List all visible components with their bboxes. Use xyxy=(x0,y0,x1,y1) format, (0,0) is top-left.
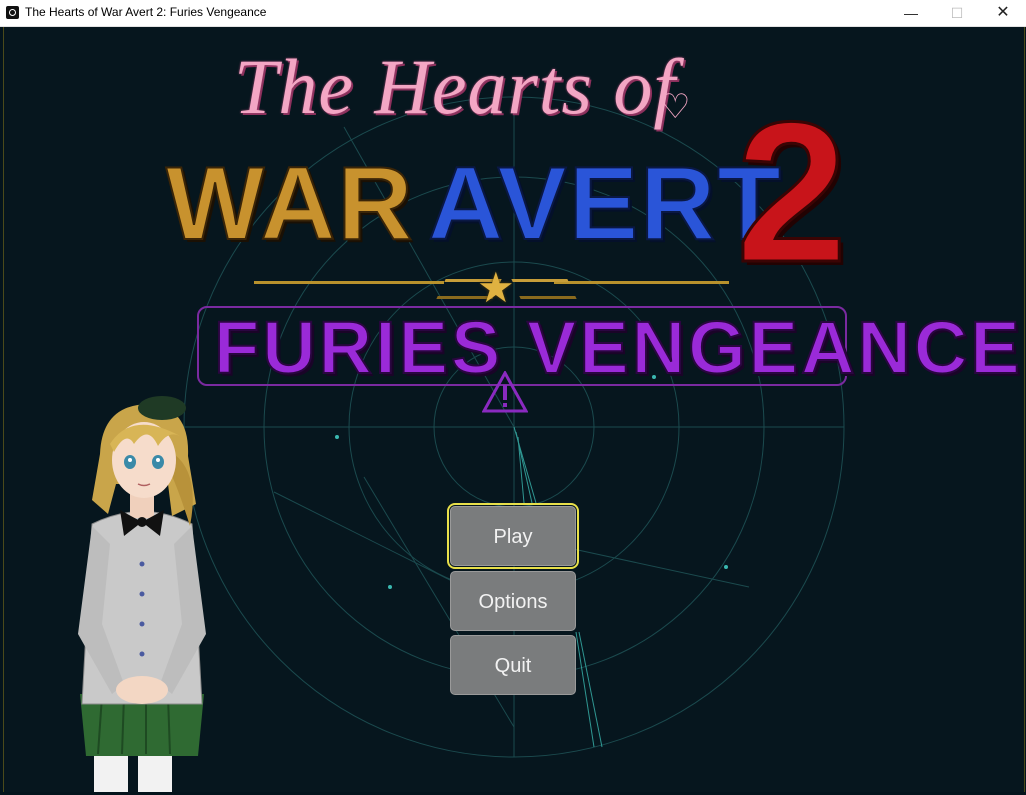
close-button[interactable]: ✕ xyxy=(980,0,1026,26)
play-button[interactable]: Play xyxy=(447,503,579,569)
window-title: The Hearts of War Avert 2: Furies Vengea… xyxy=(25,5,267,19)
logo-divider-right xyxy=(554,281,729,284)
window-titlebar: The Hearts of War Avert 2: Furies Vengea… xyxy=(0,0,1026,27)
minimize-button[interactable]: — xyxy=(888,0,934,26)
logo-avert: AVERT xyxy=(427,145,783,263)
wing-right-icon xyxy=(511,279,577,299)
heart-icon: ♡ xyxy=(660,88,691,126)
logo-war: WAR xyxy=(165,145,415,263)
logo-script-line: The Hearts of xyxy=(234,43,676,130)
game-viewport: The Hearts of ♡ WAR AVERT 2 ★ FURIES VEN… xyxy=(3,27,1025,792)
maximize-button[interactable]: ☐ xyxy=(934,0,980,26)
options-button[interactable]: Options xyxy=(450,571,576,631)
app-icon xyxy=(6,6,19,19)
quit-button[interactable]: Quit xyxy=(450,635,576,695)
warning-icon xyxy=(482,371,528,413)
logo-number: 2 xyxy=(734,81,848,304)
character-portrait xyxy=(78,396,206,792)
logo-subtitle: FURIES VENGEANCE xyxy=(213,305,1023,390)
logo-divider-left xyxy=(254,281,444,284)
